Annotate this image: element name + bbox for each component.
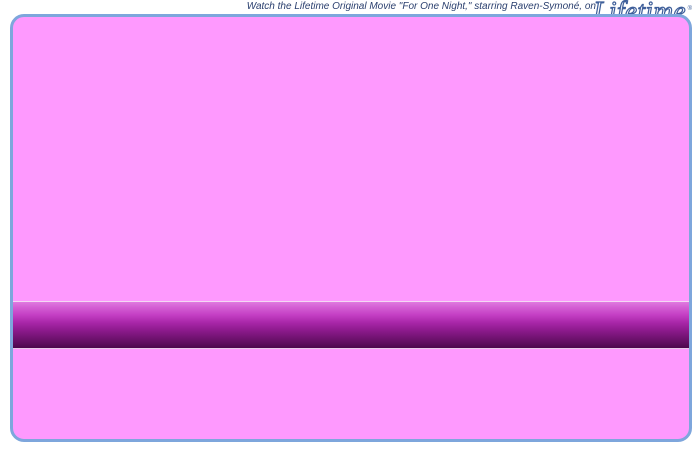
player-panel[interactable] [10, 14, 692, 442]
promo-text: Watch the Lifetime Original Movie "For O… [246, 1, 596, 12]
control-bar-band [13, 301, 689, 349]
video-player-page: Watch the Lifetime Original Movie "For O… [0, 0, 700, 450]
registered-mark: ® [687, 6, 692, 12]
